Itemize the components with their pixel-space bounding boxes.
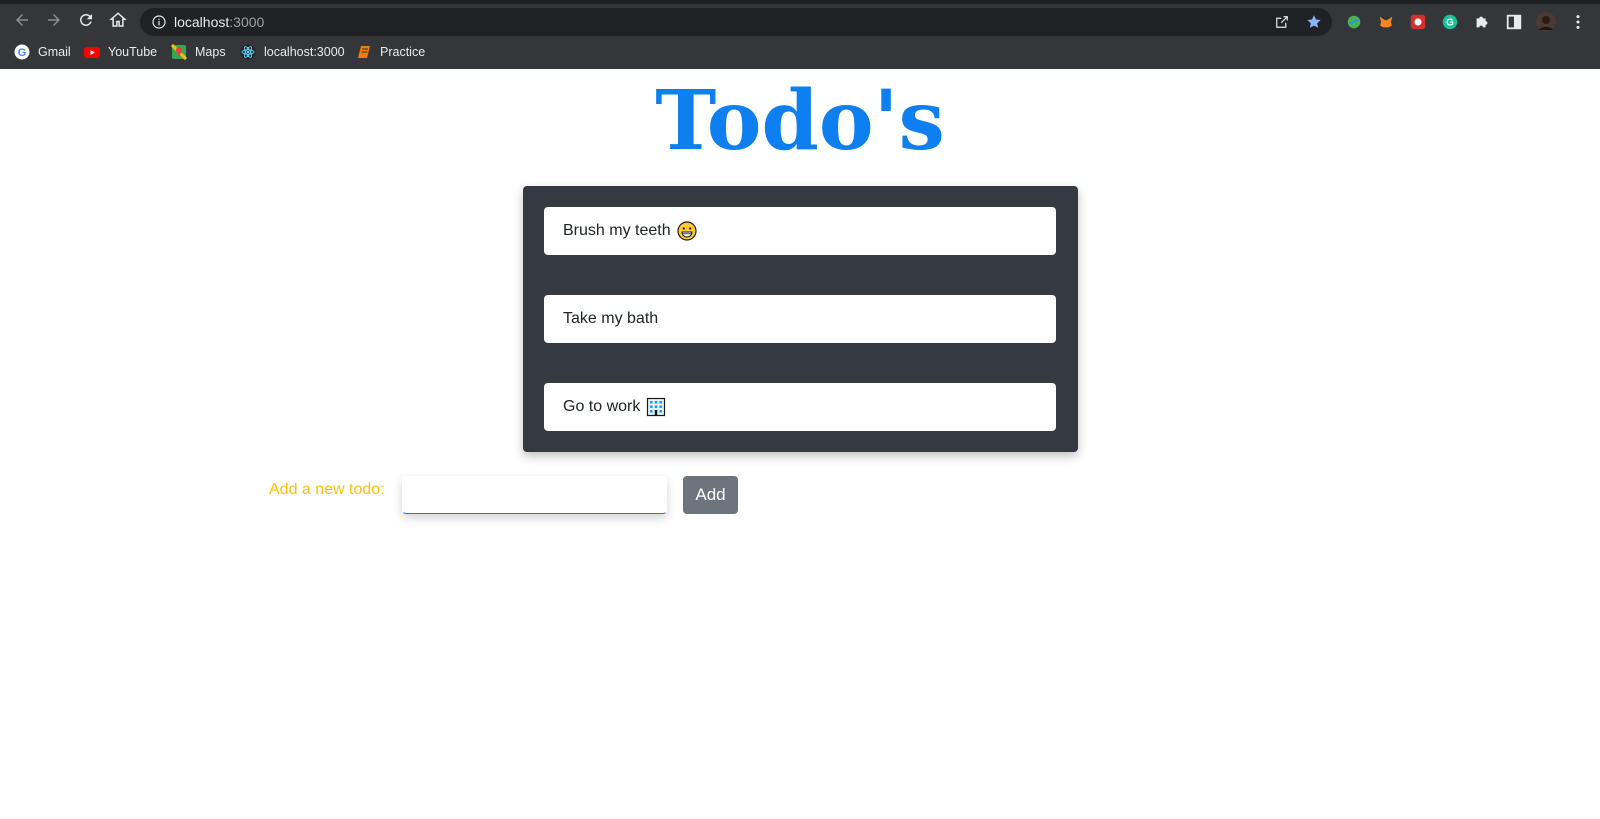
todo-item[interactable]: Go to work bbox=[544, 383, 1056, 431]
todo-text: Brush my teeth bbox=[563, 222, 671, 239]
extension-red-icon[interactable] bbox=[1408, 12, 1428, 32]
bookmark-label: YouTube bbox=[108, 45, 158, 59]
add-todo-form: Add a new todo: Add bbox=[0, 476, 1600, 536]
bookmark-label: localhost:3000 bbox=[264, 45, 345, 59]
bookmark-youtube[interactable]: YouTube bbox=[84, 42, 157, 62]
grinning-face-icon bbox=[677, 221, 697, 241]
side-panel-icon[interactable] bbox=[1504, 12, 1524, 32]
forward-icon[interactable] bbox=[40, 6, 68, 34]
page-content: Todo's Brush my teeth Take my bath Go to… bbox=[0, 69, 1600, 819]
todo-item[interactable]: Brush my teeth bbox=[544, 207, 1056, 255]
metamask-icon[interactable] bbox=[1376, 12, 1396, 32]
google-icon: G bbox=[14, 44, 30, 60]
profile-avatar-icon[interactable] bbox=[1536, 12, 1556, 32]
reload-icon[interactable] bbox=[72, 6, 100, 34]
share-icon[interactable] bbox=[1273, 13, 1291, 31]
bookmark-localhost[interactable]: localhost:3000 bbox=[240, 42, 345, 62]
browser-menu-icon[interactable] bbox=[1568, 12, 1588, 32]
bookmark-maps[interactable]: Maps bbox=[171, 42, 226, 62]
bookmark-label: Maps bbox=[195, 45, 226, 59]
add-todo-label: Add a new todo: bbox=[269, 481, 385, 498]
todo-list: Brush my teeth Take my bath Go to work bbox=[523, 186, 1078, 452]
bookmark-star-icon[interactable] bbox=[1305, 13, 1323, 31]
browser-chrome: localhost:3000 G G Gmail YouTube Maps lo… bbox=[0, 0, 1600, 69]
extension-globe-icon[interactable] bbox=[1344, 12, 1364, 32]
todo-text: Go to work bbox=[563, 398, 641, 415]
new-todo-input[interactable] bbox=[402, 476, 667, 514]
svg-text:G: G bbox=[1446, 18, 1454, 29]
svg-text:G: G bbox=[18, 47, 27, 59]
url-port: :3000 bbox=[229, 14, 265, 30]
todo-item[interactable]: Take my bath bbox=[544, 295, 1056, 343]
react-icon bbox=[240, 44, 256, 60]
extensions-puzzle-icon[interactable] bbox=[1472, 12, 1492, 32]
home-icon[interactable] bbox=[104, 6, 132, 34]
bookmark-practice-icon bbox=[356, 44, 372, 60]
address-bar[interactable]: localhost:3000 bbox=[140, 8, 1332, 36]
url-host: localhost bbox=[174, 14, 230, 30]
office-building-icon bbox=[646, 397, 666, 417]
bookmark-label: Gmail bbox=[38, 45, 71, 59]
browser-toolbar: localhost:3000 G bbox=[0, 4, 1600, 36]
page-title: Todo's bbox=[655, 73, 945, 169]
site-info-icon[interactable] bbox=[150, 13, 168, 31]
bookmark-label: Practice bbox=[380, 45, 426, 59]
address-url: localhost:3000 bbox=[174, 14, 264, 30]
grammarly-icon[interactable]: G bbox=[1440, 12, 1460, 32]
youtube-icon bbox=[84, 44, 100, 60]
bookmarks-bar: G Gmail YouTube Maps localhost:3000 Prac… bbox=[0, 38, 1600, 66]
add-button[interactable]: Add bbox=[683, 476, 738, 514]
maps-icon bbox=[171, 44, 187, 60]
bookmark-gmail[interactable]: G Gmail bbox=[14, 42, 71, 62]
bookmark-practice[interactable]: Practice bbox=[356, 42, 425, 62]
todo-text: Take my bath bbox=[563, 310, 659, 327]
back-icon[interactable] bbox=[8, 6, 36, 34]
